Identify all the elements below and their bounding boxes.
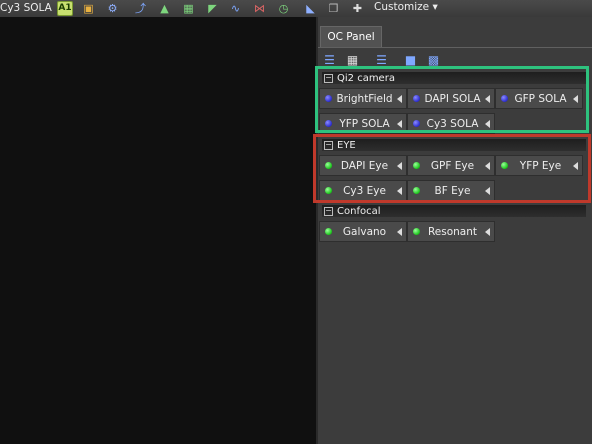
collapse-icon[interactable]: − — [324, 206, 333, 216]
align-icon[interactable]: ☰ — [373, 51, 390, 68]
image-viewer[interactable] — [0, 17, 316, 444]
customize-menu[interactable]: Customize ▾ — [374, 1, 438, 13]
split-icon[interactable]: ⋈ — [252, 1, 267, 16]
group-header: − Qi2 camera — [322, 72, 586, 84]
grid-view-icon[interactable]: ▦ — [344, 51, 361, 68]
arrow-left-icon[interactable] — [485, 186, 490, 195]
arrow-left-icon[interactable] — [397, 227, 402, 236]
oc-button-yfp-eye[interactable]: YFP Eye — [495, 155, 583, 176]
main-toolbar: Cy3 SOLA A1 ▣ ⚙ ⤴ ▲ ▦ ◤ ∿ ⋈ ◷ ◣ ❐ ✚ Cust… — [0, 0, 592, 18]
oc-button-label: Resonant — [427, 225, 478, 238]
toolbar-title: Cy3 SOLA — [0, 2, 52, 14]
status-dot — [413, 162, 420, 169]
tab-oc-panel[interactable]: OC Panel — [320, 26, 382, 47]
oc-button-galvano[interactable]: Galvano — [319, 221, 407, 242]
arrow-left-icon[interactable] — [397, 119, 402, 128]
oc-button-label: BF Eye — [434, 184, 471, 197]
settings-icon[interactable]: ⚙ — [105, 1, 120, 16]
oc-button-gpf-eye[interactable]: GPF Eye — [407, 155, 495, 176]
oc-button-dapi-eye[interactable]: DAPI Eye — [319, 155, 407, 176]
tab-divider — [318, 47, 592, 48]
export-icon[interactable]: ▦ — [181, 1, 196, 16]
timer-icon[interactable]: ◷ — [276, 1, 291, 16]
oc-button-label: Cy3 SOLA — [426, 117, 479, 130]
list-view-icon[interactable]: ☰ — [321, 51, 338, 68]
arrow-left-icon[interactable] — [573, 94, 578, 103]
group-title: EYE — [337, 139, 356, 151]
oc-button-brightfield[interactable]: BrightField — [319, 88, 407, 109]
oc-button-label: GFP SOLA — [514, 92, 567, 105]
oc-button-label: Cy3 Eye — [343, 184, 386, 197]
arrow-left-icon[interactable] — [573, 161, 578, 170]
arrow-left-icon[interactable] — [397, 161, 402, 170]
add-config-icon[interactable]: ▩ — [425, 51, 442, 68]
oc-button-dapi-sola[interactable]: DAPI SOLA — [407, 88, 495, 109]
status-dot — [325, 120, 332, 127]
folder-icon[interactable]: ▣ — [81, 1, 96, 16]
status-dot — [501, 95, 508, 102]
status-dot — [413, 120, 420, 127]
oc-button-gfp-sola[interactable]: GFP SOLA — [495, 88, 583, 109]
group-title: Qi2 camera — [337, 72, 395, 84]
oc-button-label: BrightField — [336, 92, 393, 105]
collapse-icon[interactable]: − — [324, 73, 333, 83]
wave-icon[interactable]: ∿ — [228, 1, 243, 16]
oc-button-label: GPF Eye — [430, 159, 475, 172]
status-dot — [325, 162, 332, 169]
windows-icon[interactable]: ❐ — [326, 1, 341, 16]
arrow-left-icon[interactable] — [397, 186, 402, 195]
oc-button-resonant[interactable]: Resonant — [407, 221, 495, 242]
status-dot — [501, 162, 508, 169]
collapse-icon[interactable]: − — [324, 140, 333, 150]
group-title: Confocal — [337, 205, 381, 217]
status-dot — [413, 95, 420, 102]
oc-button-label: DAPI Eye — [340, 159, 389, 172]
arrow-left-icon[interactable] — [397, 94, 402, 103]
oc-panel: OC Panel ☰ ▦ ☰ ■ ▩ − Qi2 camera BrightFi… — [318, 17, 592, 444]
arrow-left-icon[interactable] — [485, 161, 490, 170]
oc-button-label: DAPI SOLA — [424, 92, 481, 105]
oc-button-label: Galvano — [342, 225, 387, 238]
oc-button-label: YFP SOLA — [339, 117, 390, 130]
status-dot — [413, 228, 420, 235]
chart-icon[interactable]: ◣ — [303, 1, 318, 16]
status-dot — [413, 187, 420, 194]
status-dot — [325, 187, 332, 194]
status-dot — [325, 228, 332, 235]
save-icon[interactable]: ■ — [402, 51, 419, 68]
a1-icon[interactable]: A1 — [57, 1, 73, 16]
arrow-left-icon[interactable] — [485, 94, 490, 103]
measure-icon[interactable]: ⤴ — [133, 1, 148, 16]
layers-icon[interactable]: ▲ — [157, 1, 172, 16]
oc-button-cy3-sola[interactable]: Cy3 SOLA — [407, 113, 495, 134]
oc-button-yfp-sola[interactable]: YFP SOLA — [319, 113, 407, 134]
arrow-left-icon[interactable] — [485, 227, 490, 236]
group-header: − EYE — [322, 139, 586, 151]
stage-icon[interactable]: ✚ — [350, 1, 365, 16]
status-dot — [325, 95, 332, 102]
oc-button-cy3-eye[interactable]: Cy3 Eye — [319, 180, 407, 201]
chart-line-icon[interactable]: ◤ — [205, 1, 220, 16]
arrow-left-icon[interactable] — [485, 119, 490, 128]
group-header: − Confocal — [322, 205, 586, 217]
oc-button-bf-eye[interactable]: BF Eye — [407, 180, 495, 201]
oc-button-label: YFP Eye — [519, 159, 562, 172]
